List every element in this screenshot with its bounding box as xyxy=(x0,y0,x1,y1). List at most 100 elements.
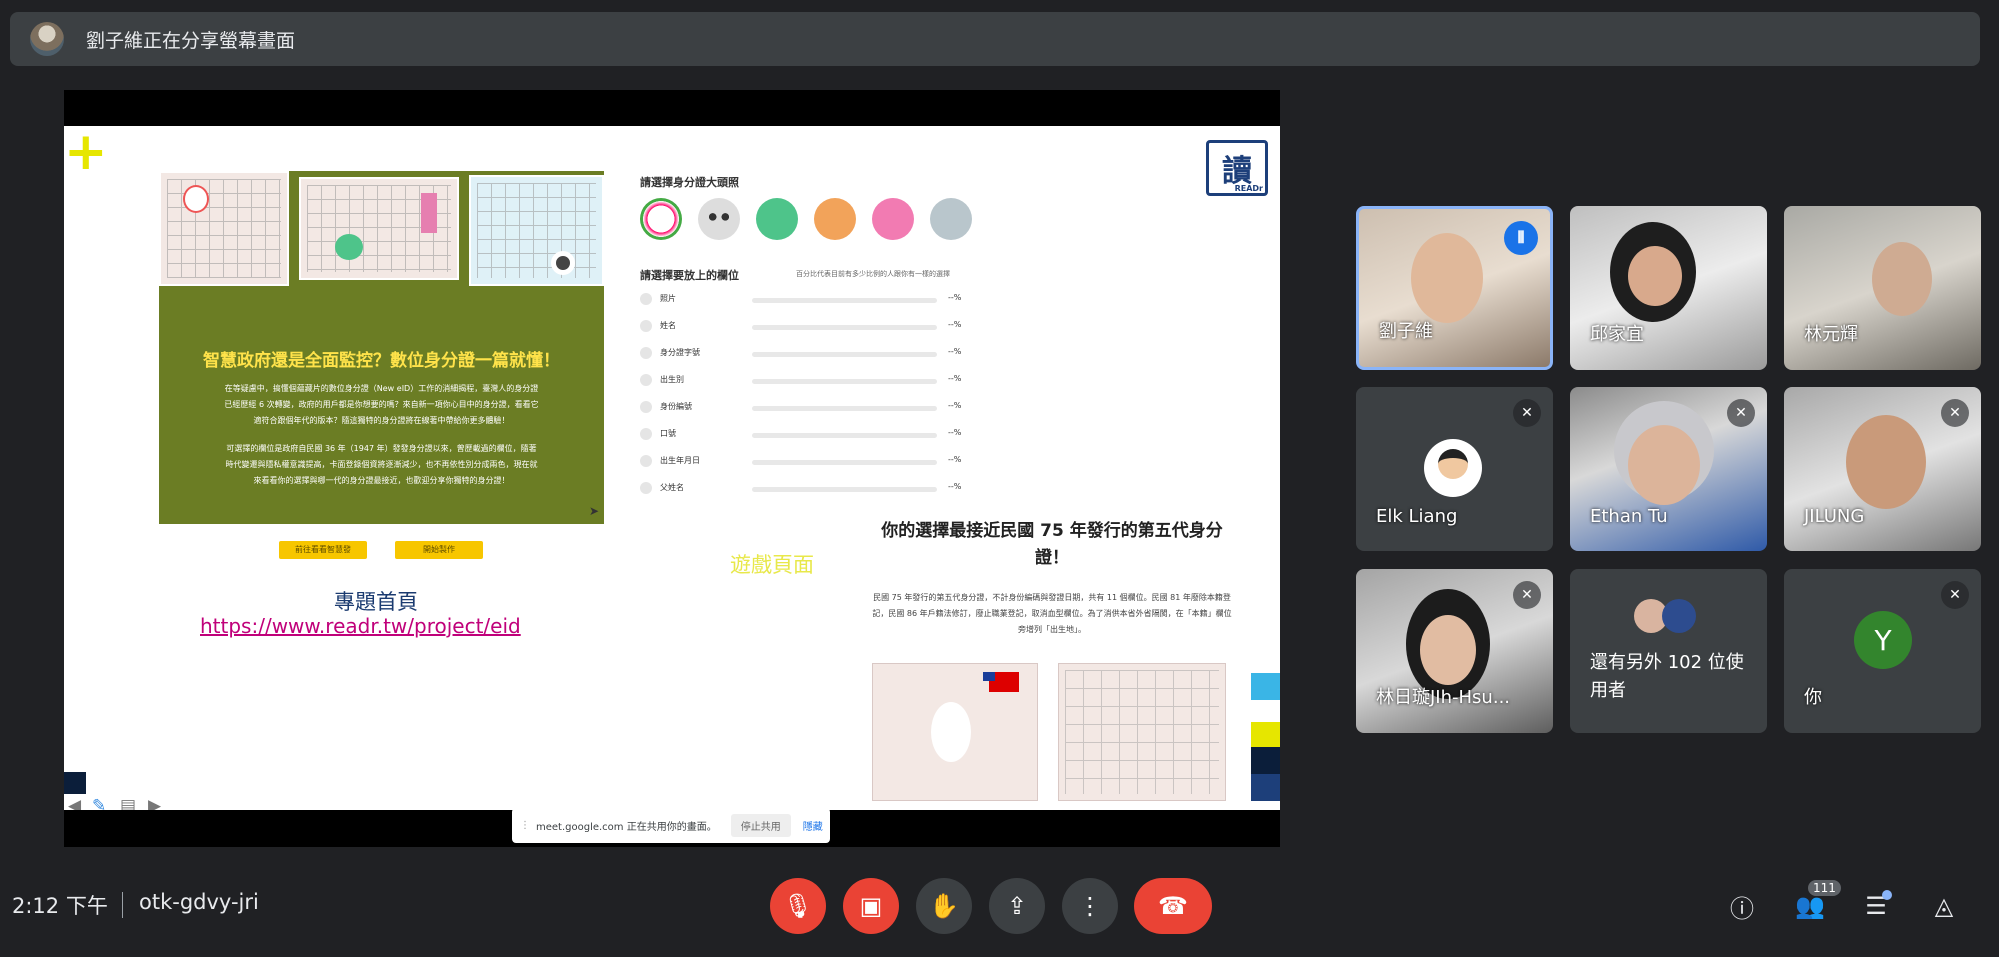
id-card-image xyxy=(299,177,459,280)
field-percent: --% xyxy=(948,347,962,356)
drag-handle-icon[interactable]: ⋮ xyxy=(520,820,530,831)
participant-name: Ethan Tu xyxy=(1590,506,1668,527)
percent-bar xyxy=(752,433,937,438)
field-option[interactable]: 口號 --% xyxy=(640,426,980,444)
radio-icon xyxy=(640,293,652,305)
topic-home-label: 專題首頁 xyxy=(334,590,418,614)
field-percent: --% xyxy=(948,428,962,437)
participant-video xyxy=(1846,415,1926,509)
field-percent: --% xyxy=(948,401,962,410)
chicken-avatar-option[interactable] xyxy=(640,198,682,240)
muted-mic-icon: ✕ xyxy=(1513,581,1541,609)
chat-button[interactable]: ☰ xyxy=(1858,888,1894,924)
field-percent: --% xyxy=(948,293,962,302)
percent-bar xyxy=(752,460,937,465)
participant-tile[interactable]: ✕ 林日璇JIh-Hsu... xyxy=(1356,569,1553,733)
shared-screen: + 智慧政府還是全面監控？數位身分證一篇就懂！ 在等疑慮中，搞懂個蘊藏片的數位身… xyxy=(64,90,1280,847)
radio-icon xyxy=(640,482,652,494)
participant-video xyxy=(1872,242,1932,316)
color-swatch xyxy=(1251,774,1280,801)
camera-toggle-button[interactable]: ▣ xyxy=(843,878,899,934)
radio-icon xyxy=(640,401,652,413)
muted-mic-icon: ✕ xyxy=(1727,399,1755,427)
people-button[interactable]: 👥 111 xyxy=(1792,880,1841,924)
participant-tile[interactable]: ✕ JILUNG xyxy=(1784,387,1981,551)
activities-button[interactable]: ◬ xyxy=(1926,888,1962,924)
stop-sharing-button[interactable]: 停止共用 xyxy=(730,814,791,837)
game-page-label: 遊戲頁面 xyxy=(730,553,814,577)
speaking-indicator-icon: ⦀ xyxy=(1504,221,1538,255)
people-icon: 👥 xyxy=(1795,892,1825,920)
next-slide-icon[interactable]: ▶ xyxy=(148,796,161,810)
participant-tile[interactable]: ✕ Ethan Tu xyxy=(1570,387,1767,551)
tiger-avatar-option[interactable] xyxy=(814,198,856,240)
field-option[interactable]: 出生別 --% xyxy=(640,372,980,390)
participant-tile[interactable]: 邱家宜 xyxy=(1570,206,1767,370)
info-icon: ⓘ xyxy=(1730,894,1754,923)
logo-sub: READr xyxy=(1234,184,1263,193)
more-options-button[interactable]: ⋮ xyxy=(1062,878,1118,934)
participant-tile[interactable]: ⦀ 劉子維 xyxy=(1356,206,1553,370)
pig-avatar-option[interactable] xyxy=(872,198,914,240)
color-swatch xyxy=(1251,673,1280,700)
participant-name: 邱家宜 xyxy=(1590,324,1644,345)
raise-hand-button[interactable]: ✋ xyxy=(916,878,972,934)
field-option[interactable]: 身份編號 --% xyxy=(640,399,980,417)
field-label: 身分證字號 xyxy=(660,348,700,357)
panda-avatar-option[interactable] xyxy=(698,198,740,240)
field-label: 口號 xyxy=(660,429,676,438)
color-swatch xyxy=(1251,747,1280,774)
result-title: 你的選擇最接近民國 75 年發行的第五代身分證！ xyxy=(881,521,1223,568)
field-percent: --% xyxy=(948,455,962,464)
camera-off-icon: ▣ xyxy=(859,892,883,920)
menu-icon[interactable]: ▤ xyxy=(120,796,136,810)
percent-bar xyxy=(752,325,937,330)
frog-avatar-option[interactable] xyxy=(756,198,798,240)
leave-call-button[interactable]: ☎ xyxy=(1134,878,1212,934)
hang-up-icon: ☎ xyxy=(1158,892,1188,920)
field-option[interactable]: 出生年月日 --% xyxy=(640,453,980,471)
field-option[interactable]: 身分證字號 --% xyxy=(640,345,980,363)
mic-off-icon: 🎙 xyxy=(782,892,814,920)
participant-tile[interactable]: 林元輝 xyxy=(1784,206,1981,370)
pen-icon[interactable]: ✎ xyxy=(92,796,106,810)
color-swatch xyxy=(1251,722,1280,747)
prev-slide-icon[interactable]: ◀ xyxy=(68,796,81,810)
participant-avatar xyxy=(1424,439,1482,497)
field-note: 百分比代表目前有多少比例的人跟你有一樣的選擇 xyxy=(796,270,950,278)
topic-url-link[interactable]: https://www.readr.tw/project/eid xyxy=(200,614,521,638)
percent-bar xyxy=(752,406,937,411)
intro-paragraph: 可選擇的欄位是政府自民國 36 年（1947 年）發發身分證以來，曾歷載過的欄位… xyxy=(225,444,538,485)
field-percent: --% xyxy=(948,320,962,329)
start-create-button[interactable]: 開始製作 xyxy=(395,541,483,559)
percent-bar xyxy=(752,298,937,303)
koala-avatar-option[interactable] xyxy=(930,198,972,240)
present-button[interactable]: ⇪ xyxy=(989,878,1045,934)
participant-tile[interactable]: 還有另外 102 位使用者 xyxy=(1570,569,1767,733)
intro-title: 智慧政府還是全面監控？數位身分證一篇就懂！ xyxy=(203,351,560,371)
presenter-banner-text: 劉子維正在分享螢幕畫面 xyxy=(86,29,296,52)
result-id-card-front xyxy=(872,663,1038,801)
view-smart-button[interactable]: 前往看看智慧發 xyxy=(279,541,367,559)
participant-tile-self[interactable]: ✕ Y 你 xyxy=(1784,569,1981,733)
participant-tile[interactable]: ✕ Elk Liang xyxy=(1356,387,1553,551)
radio-icon xyxy=(640,347,652,359)
cursor-icon: ➤ xyxy=(589,504,600,518)
more-participants-label: 還有另外 102 位使用者 xyxy=(1590,652,1744,701)
field-question: 請選擇要放上的欄位 xyxy=(640,269,739,282)
presenter-avatar xyxy=(30,22,64,56)
mic-toggle-button[interactable]: 🎙 xyxy=(770,878,826,934)
participant-name: 林元輝 xyxy=(1804,324,1858,345)
control-bar: 2:12 下午 otk-gdvy-jri 🎙 ▣ ✋ ⇪ ⋮ ☎ ⓘ 👥 111 … xyxy=(0,866,1999,957)
meeting-details-button[interactable]: ⓘ xyxy=(1724,888,1760,924)
hide-button[interactable]: 隱藏 xyxy=(803,818,823,833)
radio-icon xyxy=(640,320,652,332)
field-option[interactable]: 照片 --% xyxy=(640,291,980,309)
field-option[interactable]: 父姓名 --% xyxy=(640,480,980,498)
field-label: 照片 xyxy=(660,294,676,303)
participant-video xyxy=(1628,246,1682,306)
radio-icon xyxy=(640,374,652,386)
participant-video xyxy=(1420,615,1476,685)
field-option[interactable]: 姓名 --% xyxy=(640,318,980,336)
divider xyxy=(122,892,123,918)
